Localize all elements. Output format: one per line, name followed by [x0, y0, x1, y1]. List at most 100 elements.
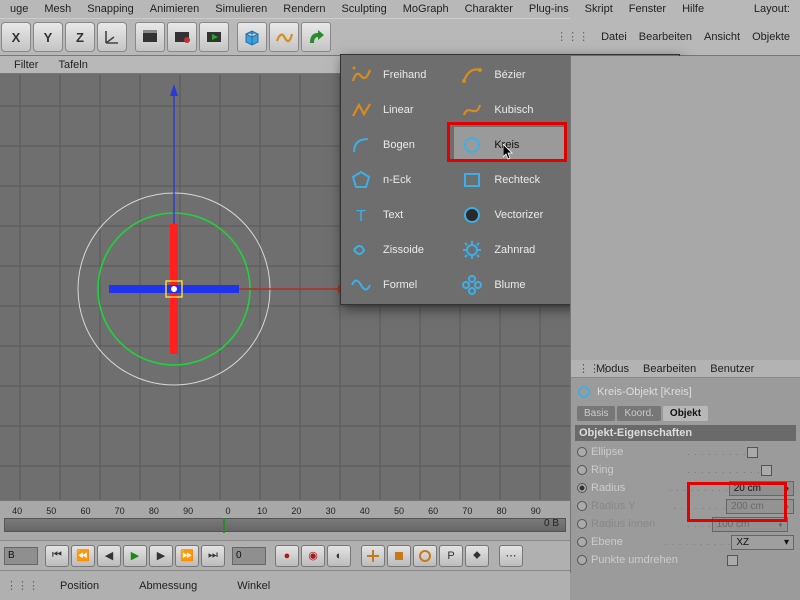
bogen-icon — [349, 133, 373, 157]
menu-item[interactable]: Charakter — [457, 3, 521, 15]
umdrehen-checkbox[interactable] — [727, 555, 738, 566]
coord-system-button[interactable] — [97, 22, 127, 52]
menu-item[interactable]: uge — [2, 3, 36, 15]
object-manager[interactable] — [570, 56, 800, 360]
tab-basis[interactable]: Basis — [577, 406, 615, 421]
menu-item[interactable]: Hilfe — [674, 3, 712, 15]
dropdown-item-neck[interactable]: n-Eck — [343, 162, 454, 197]
tab-koord[interactable]: Koord. — [617, 406, 660, 421]
om-menu-item[interactable]: Datei — [595, 31, 633, 43]
dropdown-item-text[interactable]: TText — [343, 197, 454, 232]
gizmo-x-handle-neg[interactable] — [109, 285, 174, 293]
axis-x-button[interactable]: X — [1, 22, 31, 52]
attr-menu-item[interactable]: Benutzer — [703, 363, 761, 375]
menu-item[interactable]: Fenster — [621, 3, 674, 15]
param-tool-button[interactable]: P — [439, 545, 463, 567]
gizmo-y-handle-neg[interactable] — [170, 289, 178, 354]
filter-menu[interactable]: Filter — [4, 59, 48, 71]
dropdown-item-freihand[interactable]: Freihand — [343, 57, 454, 92]
render-settings-button[interactable] — [199, 22, 229, 52]
attr-menu-item[interactable]: Modus — [589, 363, 636, 375]
rechteck-icon — [460, 168, 484, 192]
frame-start-field[interactable]: B — [4, 547, 38, 565]
coord-position-label: Position — [60, 580, 99, 592]
layout-label[interactable]: Layout: — [746, 3, 798, 15]
goto-start-button[interactable]: ⏮ — [45, 545, 69, 567]
freihand-icon — [349, 63, 373, 87]
prop-ebene-label: Ebene — [591, 536, 623, 548]
prev-frame-button[interactable]: ◀ — [97, 545, 121, 567]
om-menu-item[interactable]: Bearbeiten — [633, 31, 698, 43]
rotate-tool-button[interactable] — [413, 545, 437, 567]
extra-tool-button[interactable]: ⋯ — [499, 545, 523, 567]
render-region-button[interactable] — [167, 22, 197, 52]
frame-current-field[interactable]: 0 — [232, 547, 266, 565]
dropdown-item-vectorizer[interactable]: Vectorizer — [454, 197, 565, 232]
prev-key-button[interactable]: ⏪ — [71, 545, 95, 567]
prop-radius-y-label: Radius Y — [591, 500, 635, 512]
keyframe-options-button[interactable]: ◐ — [327, 545, 351, 567]
menu-item[interactable]: Skript — [577, 3, 621, 15]
om-menu-item[interactable]: Ansicht — [698, 31, 746, 43]
menu-item[interactable]: Sculpting — [333, 3, 394, 15]
spline-primitive-button[interactable] — [269, 22, 299, 52]
playhead-icon[interactable] — [223, 518, 225, 533]
radius-field[interactable]: 20 cm♦ — [729, 481, 794, 496]
prop-ellipse-label: Ellipse — [591, 446, 623, 458]
timeline[interactable]: 40 50 60 70 80 90 0 10 20 30 40 50 60 70… — [0, 500, 570, 540]
timeline-ruler[interactable]: 40 50 60 70 80 90 0 10 20 30 40 50 60 70… — [0, 501, 570, 517]
dropdown-item-rechteck[interactable]: Rechteck — [454, 162, 565, 197]
play-button[interactable]: ▶ — [123, 545, 147, 567]
radius-y-field: 200 cm♦ — [726, 499, 794, 514]
goto-end-button[interactable]: ⏭ — [201, 545, 225, 567]
kreis-object-icon — [577, 385, 591, 399]
render-button[interactable] — [135, 22, 165, 52]
frame-label: 0 B — [544, 518, 559, 529]
timeline-track[interactable]: 0 B — [4, 518, 566, 532]
menu-item[interactable]: Simulieren — [207, 3, 275, 15]
menu-item[interactable]: Rendern — [275, 3, 333, 15]
prop-ring-label: Ring — [591, 464, 614, 476]
dropdown-item-bogen[interactable]: Bogen — [343, 127, 454, 162]
anim-tool-button[interactable]: ⬥ — [465, 545, 489, 567]
ellipse-checkbox[interactable] — [747, 447, 758, 458]
autokey-button[interactable]: ◉ — [301, 545, 325, 567]
record-button[interactable]: ● — [275, 545, 299, 567]
kubisch-icon — [460, 98, 484, 122]
tafeln-menu[interactable]: Tafeln — [48, 59, 97, 71]
dropdown-item-blume[interactable]: Blume — [454, 267, 565, 302]
radius-innen-field: 100 cm♦ — [712, 517, 788, 532]
menu-item[interactable]: Animieren — [142, 3, 208, 15]
next-key-button[interactable]: ⏩ — [175, 545, 199, 567]
gizmo-x-handle[interactable] — [174, 285, 239, 293]
dropdown-item-zissoide[interactable]: Zissoide — [343, 232, 454, 267]
menu-item[interactable]: Plug-ins — [521, 3, 577, 15]
dropdown-item-formel[interactable]: Formel — [343, 267, 454, 302]
scale-tool-button[interactable] — [387, 545, 411, 567]
ring-checkbox[interactable] — [761, 465, 772, 476]
attr-menu-item[interactable]: Bearbeiten — [636, 363, 703, 375]
section-header: Objekt-Eigenschaften — [575, 425, 796, 441]
axis-z-button[interactable]: Z — [65, 22, 95, 52]
dropdown-item-bezier[interactable]: Bézier — [454, 57, 565, 92]
generator-button[interactable] — [301, 22, 331, 52]
dropdown-item-linear[interactable]: Linear — [343, 92, 454, 127]
gizmo-y-handle[interactable] — [170, 224, 178, 289]
next-frame-button[interactable]: ▶ — [149, 545, 173, 567]
move-tool-button[interactable] — [361, 545, 385, 567]
object-manager-menu: ⋮⋮⋮ Datei Bearbeiten Ansicht Objekte — [570, 18, 800, 56]
axis-y-button[interactable]: Y — [33, 22, 63, 52]
zissoide-icon — [349, 238, 373, 262]
playback-bar: B ⏮ ⏪ ◀ ▶ ▶ ⏩ ⏭ 0 ● ◉ ◐ P ⬥ ⋯ — [0, 540, 570, 570]
om-menu-item[interactable]: Objekte — [746, 31, 796, 43]
dropdown-item-kreis[interactable]: Kreis — [454, 127, 565, 162]
menu-item[interactable]: Mesh — [36, 3, 79, 15]
cube-primitive-button[interactable] — [237, 22, 267, 52]
dropdown-item-kubisch[interactable]: Kubisch — [454, 92, 565, 127]
dropdown-item-zahnrad[interactable]: Zahnrad — [454, 232, 565, 267]
menu-item[interactable]: Snapping — [79, 3, 142, 15]
ebene-dropdown[interactable]: XZ▾ — [731, 535, 794, 550]
menu-item[interactable]: MoGraph — [395, 3, 457, 15]
tab-objekt[interactable]: Objekt — [663, 406, 708, 421]
right-panel: ⋮⋮⋮ Modus Bearbeiten Benutzer Kreis-Obje… — [570, 56, 800, 600]
